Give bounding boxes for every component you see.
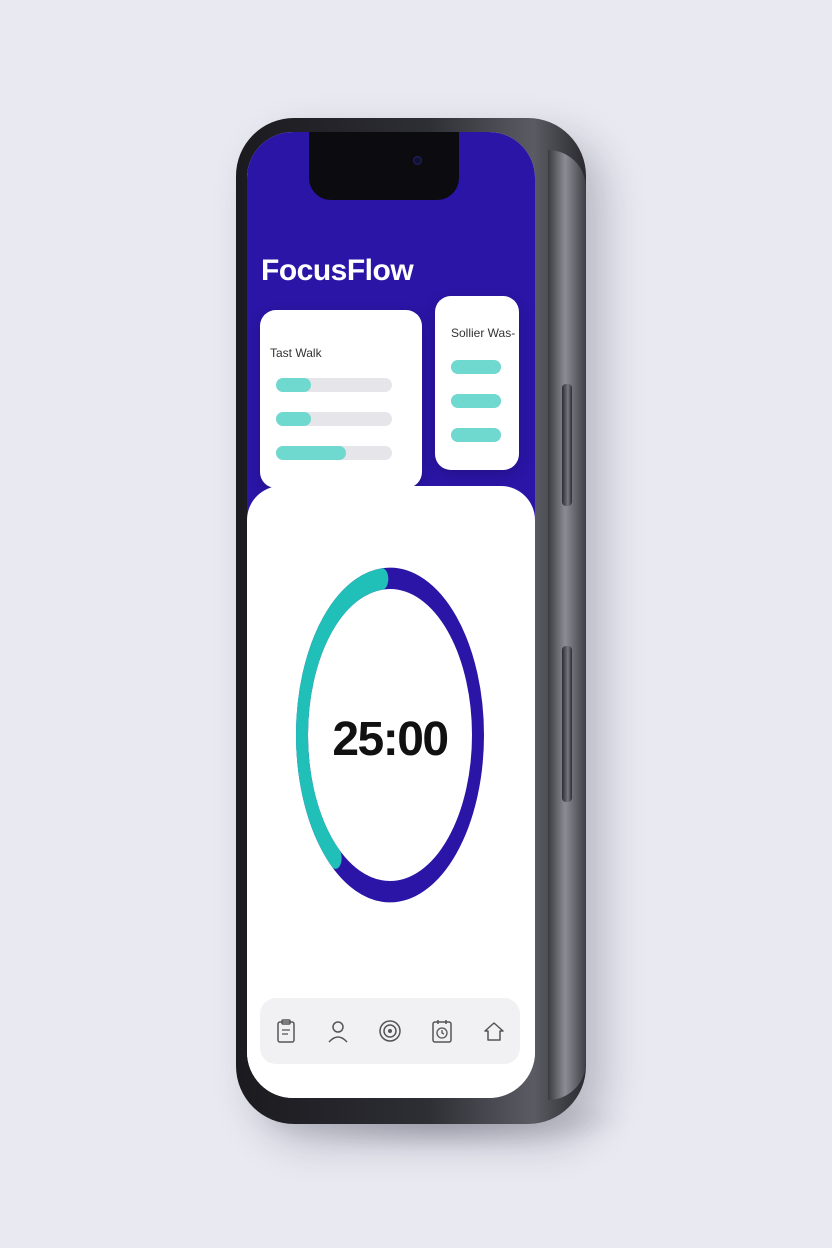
side-progress-fill-3 bbox=[451, 428, 501, 442]
nav-item-tasks[interactable] bbox=[268, 1011, 304, 1051]
task-progress-fill-1 bbox=[276, 378, 311, 392]
side-progress-track-3 bbox=[451, 428, 501, 442]
timer-ring[interactable]: 25:00 bbox=[287, 550, 493, 920]
task-progress-track-1 bbox=[276, 378, 392, 392]
notch bbox=[309, 132, 459, 200]
bottom-nav bbox=[260, 998, 520, 1064]
side-button-lower bbox=[562, 646, 572, 802]
task-card-title: Tast Walk bbox=[270, 346, 322, 360]
user-icon bbox=[328, 1021, 348, 1043]
side-card[interactable]: Sollier Was- bbox=[435, 296, 519, 470]
task-progress-fill-3 bbox=[276, 446, 346, 460]
calendar-clock-icon bbox=[432, 1020, 452, 1043]
home-icon bbox=[484, 1022, 504, 1041]
phone-side-rail bbox=[548, 150, 586, 1100]
task-progress-fill-2 bbox=[276, 412, 311, 426]
app-title: FocusFlow bbox=[261, 254, 414, 287]
side-button-upper bbox=[562, 384, 572, 506]
side-progress-fill-2 bbox=[451, 394, 501, 408]
nav-item-profile[interactable] bbox=[320, 1011, 356, 1051]
task-progress-track-3 bbox=[276, 446, 392, 460]
task-progress-track-2 bbox=[276, 412, 392, 426]
nav-item-home[interactable] bbox=[476, 1011, 512, 1051]
timer-display: 25:00 bbox=[332, 713, 449, 766]
phone-screen: FocusFlow Tast Walk Sollier Was- 25:00 bbox=[247, 132, 535, 1098]
side-card-title: Sollier Was- bbox=[451, 326, 516, 340]
side-progress-track-2 bbox=[451, 394, 501, 408]
focus-target-icon bbox=[379, 1020, 401, 1042]
clipboard-icon bbox=[277, 1019, 295, 1043]
side-progress-track-1 bbox=[451, 360, 501, 374]
nav-item-focus[interactable] bbox=[372, 1011, 408, 1051]
front-camera-icon bbox=[413, 156, 422, 165]
side-progress-fill-1 bbox=[451, 360, 501, 374]
task-card[interactable]: Tast Walk bbox=[260, 310, 422, 488]
nav-item-schedule[interactable] bbox=[424, 1011, 460, 1051]
